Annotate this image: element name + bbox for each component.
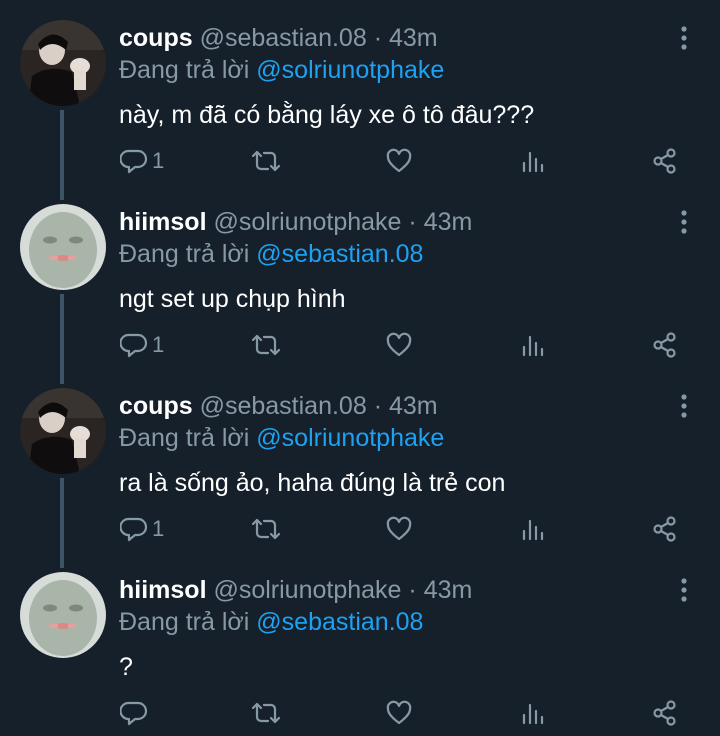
reply-count: 1 bbox=[152, 148, 165, 173]
tweet-header: coups @sebastian.08 · 43m bbox=[119, 390, 438, 422]
retweet-button[interactable] bbox=[250, 698, 282, 728]
tweet-header: coups @sebastian.08 · 43m bbox=[119, 22, 438, 54]
tweet-text: này, m đã có bằng láy xe ô tô đâu??? bbox=[119, 101, 535, 129]
display-name[interactable]: hiimsol bbox=[119, 576, 207, 604]
tweet-header: hiimsol @solriunotphake · 43m bbox=[119, 206, 472, 238]
retweet-button[interactable] bbox=[250, 330, 282, 360]
replying-to: Đang trả lời @solriunotphake bbox=[119, 54, 444, 86]
mention-link[interactable]: @sebastian.08 bbox=[256, 608, 423, 636]
more-options-icon[interactable] bbox=[672, 392, 696, 420]
stats-button[interactable] bbox=[520, 698, 546, 728]
like-button[interactable] bbox=[385, 330, 413, 360]
separator: · bbox=[373, 24, 383, 52]
replying-to-label: Đang trả lời bbox=[119, 608, 250, 636]
tweet[interactable]: coups @sebastian.08 · 43m Đang trả lời @… bbox=[0, 0, 720, 184]
tweet[interactable]: hiimsol @solriunotphake · 43m Đang trả l… bbox=[0, 552, 720, 736]
user-handle[interactable]: @sebastian.08 bbox=[200, 392, 367, 420]
share-button[interactable] bbox=[651, 514, 679, 544]
timestamp[interactable]: 43m bbox=[389, 24, 438, 52]
stats-button[interactable] bbox=[520, 146, 546, 176]
mention-link[interactable]: @solriunotphake bbox=[256, 56, 444, 84]
timestamp[interactable]: 43m bbox=[424, 208, 473, 236]
replying-to: Đang trả lời @solriunotphake bbox=[119, 422, 444, 454]
stats-button[interactable] bbox=[520, 514, 546, 544]
stats-icon bbox=[522, 703, 544, 725]
separator: · bbox=[408, 208, 417, 236]
stats-button[interactable] bbox=[520, 330, 546, 360]
like-icon bbox=[386, 700, 412, 725]
avatar-coups[interactable] bbox=[20, 388, 106, 474]
like-button[interactable] bbox=[385, 146, 413, 176]
replying-to: Đang trả lời @sebastian.08 bbox=[119, 606, 423, 638]
tweet[interactable]: coups @sebastian.08 · 43m Đang trả lời @… bbox=[0, 368, 720, 552]
more-options-icon[interactable] bbox=[672, 576, 696, 604]
tweet-text: ra là sống ảo, haha đúng là trẻ con bbox=[119, 469, 506, 497]
share-button[interactable] bbox=[651, 330, 679, 360]
replying-to-label: Đang trả lời bbox=[119, 240, 250, 268]
like-button[interactable] bbox=[385, 698, 413, 728]
avatar-hiimsol[interactable] bbox=[20, 204, 106, 290]
retweet-button[interactable] bbox=[250, 146, 282, 176]
reply-count: 1 bbox=[152, 332, 165, 357]
more-options-icon[interactable] bbox=[672, 208, 696, 236]
stats-icon bbox=[522, 519, 544, 541]
reply-icon bbox=[120, 517, 148, 542]
separator: · bbox=[373, 392, 383, 420]
retweet-icon bbox=[251, 518, 281, 540]
like-icon bbox=[386, 516, 412, 541]
reply-icon bbox=[120, 701, 148, 726]
mention-link[interactable]: @solriunotphake bbox=[256, 424, 444, 452]
share-icon bbox=[653, 332, 676, 358]
more-options-icon[interactable] bbox=[672, 24, 696, 52]
user-handle[interactable]: @solriunotphake bbox=[213, 208, 401, 236]
tweet-text: ? bbox=[119, 653, 133, 681]
avatar-coups[interactable] bbox=[20, 20, 106, 106]
user-handle[interactable]: @sebastian.08 bbox=[200, 24, 367, 52]
like-button[interactable] bbox=[385, 514, 413, 544]
timestamp[interactable]: 43m bbox=[424, 576, 473, 604]
retweet-icon bbox=[251, 150, 281, 172]
share-button[interactable] bbox=[651, 698, 679, 728]
mention-link[interactable]: @sebastian.08 bbox=[256, 240, 423, 268]
reply-count: 1 bbox=[152, 516, 165, 541]
replying-to: Đang trả lời @sebastian.08 bbox=[119, 238, 423, 270]
reply-icon bbox=[120, 333, 148, 358]
stats-icon bbox=[522, 335, 544, 357]
display-name[interactable]: coups bbox=[119, 392, 193, 420]
stats-icon bbox=[522, 151, 544, 173]
like-icon bbox=[386, 148, 412, 173]
reply-button[interactable]: 1 bbox=[120, 146, 164, 176]
retweet-icon bbox=[251, 334, 281, 356]
share-icon bbox=[653, 148, 676, 174]
display-name[interactable]: hiimsol bbox=[119, 208, 207, 236]
share-icon bbox=[653, 516, 676, 542]
reply-button[interactable]: 1 bbox=[120, 330, 164, 360]
reply-button[interactable] bbox=[120, 698, 152, 728]
tweet-header: hiimsol @solriunotphake · 43m bbox=[119, 574, 472, 606]
retweet-icon bbox=[251, 702, 281, 724]
reply-button[interactable]: 1 bbox=[120, 514, 164, 544]
user-handle[interactable]: @solriunotphake bbox=[213, 576, 401, 604]
replying-to-label: Đang trả lời bbox=[119, 424, 250, 452]
display-name[interactable]: coups bbox=[119, 24, 193, 52]
share-button[interactable] bbox=[651, 146, 679, 176]
avatar-hiimsol[interactable] bbox=[20, 572, 106, 658]
share-icon bbox=[653, 700, 676, 726]
separator: · bbox=[408, 576, 417, 604]
like-icon bbox=[386, 332, 412, 357]
tweet-text: ngt set up chụp hình bbox=[119, 285, 346, 313]
replying-to-label: Đang trả lời bbox=[119, 56, 250, 84]
retweet-button[interactable] bbox=[250, 514, 282, 544]
tweet[interactable]: hiimsol @solriunotphake · 43m Đang trả l… bbox=[0, 184, 720, 368]
reply-icon bbox=[120, 149, 148, 174]
reply-thread: coups @sebastian.08 · 43m Đang trả lời @… bbox=[0, 0, 720, 736]
timestamp[interactable]: 43m bbox=[389, 392, 438, 420]
